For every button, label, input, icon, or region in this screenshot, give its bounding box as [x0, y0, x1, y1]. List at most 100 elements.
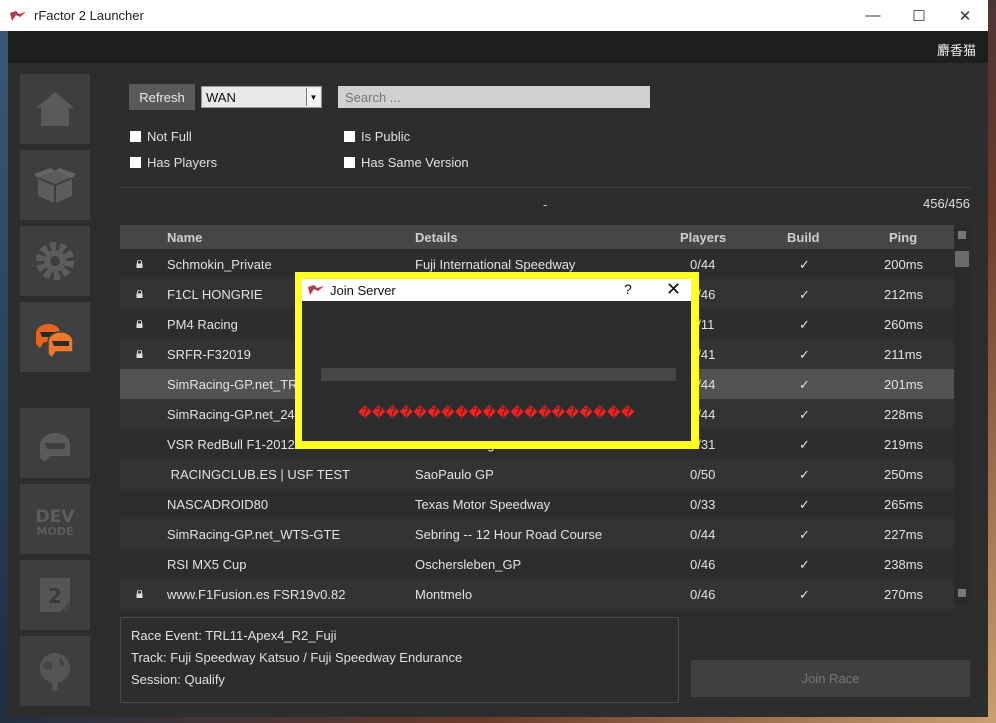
username[interactable]: 麝香猫	[937, 40, 976, 59]
server-name: RSI MX5 Cup	[167, 557, 247, 572]
multiplayer-helmets-icon	[36, 323, 74, 360]
server-ping: 227ms	[884, 527, 924, 542]
is-public-label: Is Public	[361, 129, 411, 144]
table-row[interactable]: www.F1Fusion.es FSR19v0.82 Montmelo 0/46…	[120, 579, 954, 609]
column-build[interactable]: Build	[787, 230, 820, 245]
search-input[interactable]	[338, 86, 650, 108]
server-players: 0/33	[690, 497, 716, 512]
build-check-icon: ✓	[799, 557, 810, 572]
server-name: SimRacing-GP.net_24	[167, 407, 295, 422]
build-check-icon: ✓	[799, 287, 810, 302]
column-details[interactable]: Details	[415, 230, 458, 245]
svg-text:MODE: MODE	[37, 525, 74, 538]
server-players: 0/44	[690, 527, 716, 542]
sidebar-item-driver[interactable]	[20, 408, 90, 478]
server-ping: 270ms	[884, 587, 924, 602]
sidebar-item-multiplayer[interactable]	[20, 302, 90, 372]
sidebar-item-settings[interactable]	[20, 226, 90, 296]
server-players: 0/46	[690, 587, 716, 602]
network-select[interactable]: WAN ▼	[201, 86, 322, 108]
server-list-scrollbar[interactable]	[954, 225, 970, 605]
refresh-button[interactable]: Refresh	[129, 84, 195, 110]
sidebar-item-dev-mode[interactable]: DEV MODE	[20, 484, 90, 554]
dialog-title-bar: Join Server ? ✕	[302, 279, 691, 301]
window-title: rFactor 2 Launcher	[34, 8, 144, 23]
filter-is-public[interactable]: Is Public	[344, 129, 410, 144]
server-table-header: Name Details Players Build Ping	[120, 225, 954, 249]
server-name: SimRacing-GP.net_TR	[167, 377, 298, 392]
dialog-title: Join Server	[330, 282, 396, 298]
scroll-up-arrow[interactable]	[958, 231, 966, 239]
scrollbar-thumb[interactable]	[955, 251, 969, 267]
server-count: 456/456	[923, 196, 970, 211]
filter-has-same-version[interactable]: Has Same Version	[344, 155, 469, 170]
server-ping: 265ms	[884, 497, 924, 512]
sidebar-item-content[interactable]	[20, 150, 90, 220]
close-window-button[interactable]: ✕	[942, 0, 988, 31]
server-name: www.F1Fusion.es FSR19v0.82	[167, 587, 346, 602]
session-text: Session: Qualify	[131, 672, 225, 687]
server-name: SRFR-F32019	[167, 347, 251, 362]
server-details: Texas Motor Speedway	[415, 497, 551, 512]
server-ping: 212ms	[884, 287, 924, 302]
build-check-icon: ✓	[799, 317, 810, 332]
svg-text:2: 2	[48, 584, 62, 608]
title-bar: rFactor 2 Launcher — ☐ ✕	[0, 0, 988, 31]
table-row[interactable]: RACINGCLUB.ES | USF TEST SaoPaulo GP 0/5…	[120, 459, 954, 489]
build-check-icon: ✓	[799, 587, 810, 602]
sidebar-item-rfactor2[interactable]: 2	[20, 560, 90, 630]
server-name: F1CL HONGRIE	[167, 287, 263, 302]
lock-icon	[136, 320, 143, 328]
server-details: Sebring -- 12 Hour Road Course	[415, 527, 603, 542]
race-event-text: Race Event: TRL11-Apex4_R2_Fuji	[131, 628, 337, 643]
maximize-button[interactable]: ☐	[896, 0, 942, 31]
sidebar-item-workshop[interactable]	[20, 636, 90, 706]
chevron-down-icon[interactable]: ▼	[306, 88, 320, 106]
server-ping: 250ms	[884, 467, 924, 482]
dialog-close-button[interactable]: ✕	[666, 279, 681, 300]
lock-icon	[136, 290, 143, 298]
server-name: RACINGCLUB.ES | USF TEST	[167, 467, 351, 482]
build-check-icon: ✓	[799, 467, 810, 482]
globe-upload-icon	[40, 653, 70, 691]
sidebar: DEV MODE 2	[8, 63, 108, 717]
column-players[interactable]: Players	[680, 230, 726, 245]
join-server-dialog: Join Server ? ✕ ��������������������	[295, 272, 699, 449]
column-ping[interactable]: Ping	[889, 230, 917, 245]
table-row[interactable]: SimRacing-GP.net_WTS-GTE Sebring -- 12 H…	[120, 519, 954, 549]
is-public-checkbox[interactable]	[344, 131, 355, 142]
helmet-icon	[40, 432, 70, 462]
server-name: PM4 Racing	[167, 317, 238, 332]
server-name: SimRacing-GP.net_WTS-GTE	[167, 527, 341, 542]
user-bar: 麝香猫	[8, 31, 988, 63]
sidebar-item-home[interactable]	[20, 74, 90, 144]
join-race-button[interactable]: Join Race	[691, 660, 970, 697]
build-check-icon: ✓	[799, 497, 810, 512]
has-same-version-checkbox[interactable]	[344, 157, 355, 168]
has-same-version-label: Has Same Version	[361, 155, 469, 170]
status-dash: -	[543, 197, 548, 212]
svg-text:DEV: DEV	[36, 507, 76, 527]
table-row[interactable]: NASCADROID80 Texas Motor Speedway 0/33 ✓…	[120, 489, 954, 519]
home-icon	[36, 92, 74, 126]
server-details: SaoPaulo GP	[415, 467, 494, 482]
has-players-label: Has Players	[147, 155, 218, 170]
column-name[interactable]: Name	[167, 230, 202, 245]
help-button[interactable]: ?	[624, 281, 632, 297]
server-name: NASCADROID80	[167, 497, 269, 512]
has-players-checkbox[interactable]	[130, 157, 141, 168]
not-full-checkbox[interactable]	[130, 131, 141, 142]
build-check-icon: ✓	[799, 347, 810, 362]
table-row[interactable]: RSI MX5 Cup Oschersleben_GP 0/46 ✓ 238ms	[120, 549, 954, 579]
lock-icon	[136, 350, 143, 358]
server-name: VSR RedBull F1-2012	[167, 437, 295, 452]
server-players: 0/46	[690, 557, 716, 572]
scroll-down-arrow[interactable]	[958, 589, 966, 597]
filter-not-full[interactable]: Not Full	[130, 129, 192, 144]
not-full-label: Not Full	[147, 129, 192, 144]
minimize-button[interactable]: —	[850, 0, 896, 31]
filter-has-players[interactable]: Has Players	[130, 155, 217, 170]
network-select-value: WAN	[206, 90, 236, 105]
dialog-body: Join Server ? ✕ ��������������������	[302, 279, 691, 441]
server-ping: 200ms	[884, 257, 924, 272]
